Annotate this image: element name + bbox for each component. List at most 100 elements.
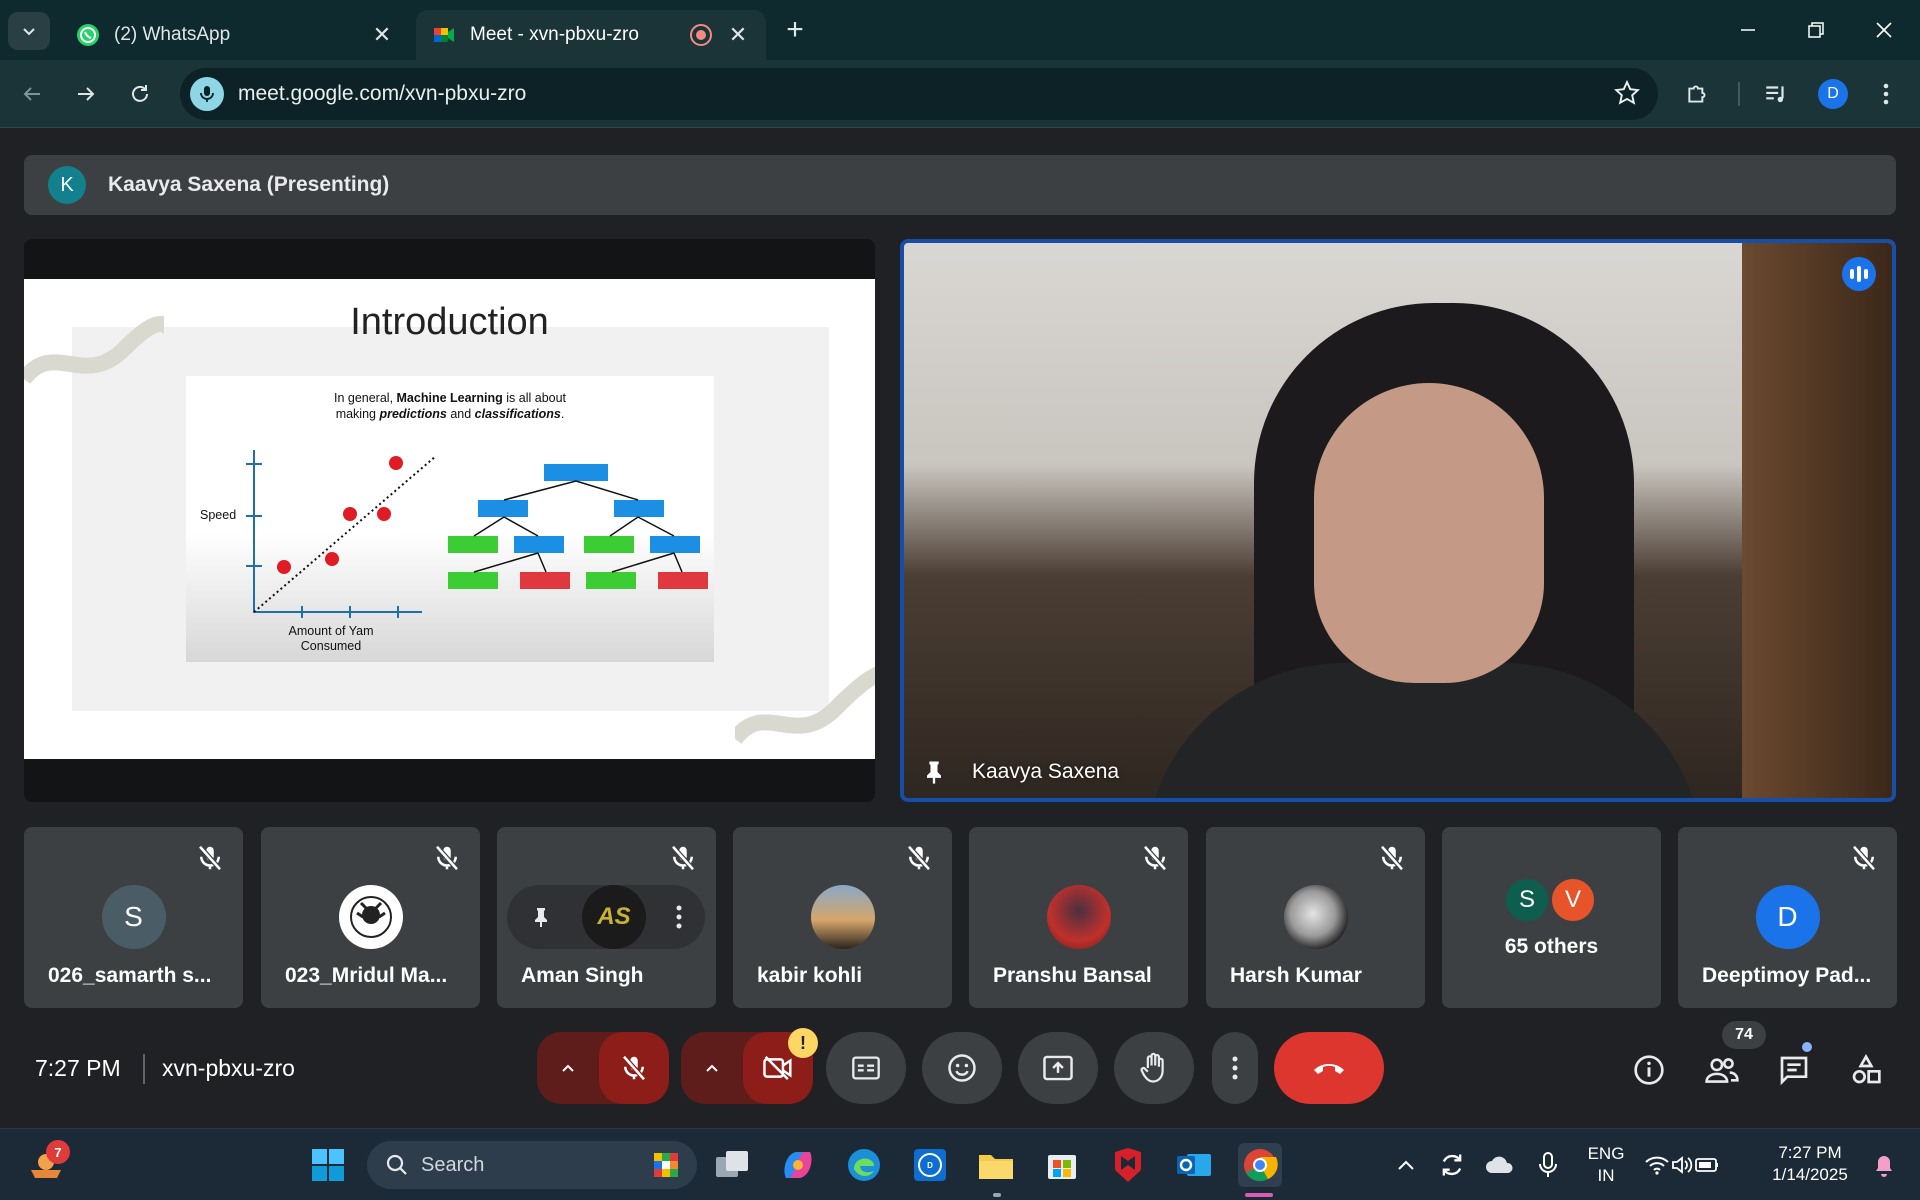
slide: Introduction In general, Machine Learnin…: [24, 279, 875, 759]
minimize-button[interactable]: [1728, 12, 1768, 48]
tab-search-button[interactable]: [8, 12, 50, 50]
main-video-tile[interactable]: Kaavya Saxena: [900, 239, 1896, 802]
chat-button[interactable]: [1772, 1048, 1816, 1092]
task-view-icon: [716, 1151, 748, 1177]
leave-call-button[interactable]: [1274, 1032, 1384, 1104]
call-end-icon: [1314, 1064, 1344, 1074]
taskbar-clock[interactable]: 7:27 PM 1/14/2025: [1760, 1142, 1860, 1186]
url-text: meet.google.com/xvn-pbxu-zro: [238, 82, 527, 105]
chrome-button[interactable]: [1238, 1143, 1282, 1187]
language-indicator[interactable]: ENG IN: [1578, 1143, 1634, 1187]
participant-name: 023_Mridul Ma...: [285, 964, 448, 987]
more-options-button[interactable]: [1212, 1032, 1258, 1104]
show-hidden-icons-button[interactable]: [1384, 1143, 1428, 1187]
task-view-button[interactable]: [710, 1143, 754, 1187]
mic-off-icon: [198, 845, 222, 871]
more-vert-icon[interactable]: [675, 904, 683, 930]
rubiks-cube-icon: [654, 1153, 678, 1177]
address-bar[interactable]: meet.google.com/xvn-pbxu-zro: [180, 68, 1658, 120]
profile-button[interactable]: D: [1815, 76, 1851, 112]
close-window-button[interactable]: [1864, 12, 1904, 48]
microphone-site-icon[interactable]: [190, 77, 224, 111]
meeting-details-button[interactable]: [1627, 1048, 1671, 1092]
toolbar-divider: [1738, 82, 1740, 106]
activities-button[interactable]: [1844, 1048, 1888, 1092]
chevron-up-icon: [706, 1064, 718, 1072]
participant-avatar: V: [1550, 877, 1596, 923]
reload-button[interactable]: [122, 76, 158, 112]
media-control-button[interactable]: [1758, 76, 1794, 112]
notifications-button[interactable]: [1866, 1143, 1902, 1187]
participant-tile[interactable]: Harsh Kumar: [1206, 827, 1425, 1008]
present-screen-button[interactable]: [1018, 1032, 1098, 1104]
mic-toggle-button[interactable]: [599, 1032, 669, 1104]
recording-indicator-icon: [690, 24, 712, 46]
folder-icon: [979, 1155, 1013, 1179]
slide-figure: In general, Machine Learning is all abou…: [186, 376, 714, 662]
microsoft-store-button[interactable]: [1040, 1143, 1084, 1187]
copilot-icon: [784, 1152, 812, 1178]
participant-name: kabir kohli: [757, 964, 863, 987]
more-vert-icon: [1232, 1056, 1238, 1080]
edge-icon: [848, 1149, 880, 1181]
more-vert-icon: [1883, 83, 1889, 105]
pin-icon[interactable]: [920, 758, 948, 786]
forward-button[interactable]: [68, 76, 104, 112]
pin-icon[interactable]: [529, 904, 553, 930]
wifi-icon: [1645, 1156, 1669, 1175]
captions-button[interactable]: [826, 1032, 906, 1104]
browser-tab-strip: (2) WhatsApp ✕ Meet - xvn-pbxu-zro ✕ +: [0, 0, 1920, 60]
edge-button[interactable]: [842, 1143, 886, 1187]
participant-count-badge: 74: [1722, 1021, 1766, 1049]
reactions-button[interactable]: [922, 1032, 1002, 1104]
y-axis-label: Speed: [200, 508, 237, 522]
participant-avatar: D: [1755, 885, 1820, 949]
info-icon: [1634, 1055, 1664, 1085]
participant-photo-avatar: [1283, 885, 1348, 949]
close-icon[interactable]: ✕: [370, 22, 394, 47]
others-tile[interactable]: S V 65 others: [1442, 827, 1661, 1008]
people-button[interactable]: [1700, 1048, 1744, 1092]
svg-text:D: D: [927, 1161, 933, 1170]
new-tab-button[interactable]: +: [780, 15, 810, 46]
copilot-button[interactable]: [776, 1143, 820, 1187]
outlook-button[interactable]: [1172, 1143, 1216, 1187]
mic-off-icon: [622, 1055, 646, 1081]
participant-tile[interactable]: 023_Mridul Ma...: [261, 827, 480, 1008]
browser-menu-button[interactable]: [1868, 76, 1904, 112]
network-volume-battery-tray[interactable]: [1640, 1143, 1724, 1187]
participant-tile[interactable]: kabir kohli: [733, 827, 952, 1008]
participant-tile[interactable]: D Deeptimoy Pad...: [1678, 827, 1897, 1008]
scatter-and-tree-illustration: [246, 450, 708, 618]
raise-hand-button[interactable]: [1114, 1032, 1194, 1104]
participant-tile[interactable]: S 026_samarth s...: [24, 827, 243, 1008]
extensions-button[interactable]: [1680, 76, 1716, 112]
tab-whatsapp[interactable]: (2) WhatsApp ✕: [60, 10, 410, 60]
video-options-button[interactable]: [681, 1032, 743, 1104]
close-icon[interactable]: ✕: [726, 22, 750, 47]
participant-tile[interactable]: Pranshu Bansal: [969, 827, 1188, 1008]
mcafee-button[interactable]: [1106, 1143, 1150, 1187]
arrow-right-icon: [78, 87, 95, 101]
tab-meet[interactable]: Meet - xvn-pbxu-zro ✕: [416, 10, 766, 60]
start-button[interactable]: [306, 1143, 350, 1187]
bell-icon: [1876, 1156, 1892, 1177]
warning-badge: !: [788, 1028, 818, 1058]
hand-icon: [1140, 1052, 1164, 1083]
audio-options-button[interactable]: [537, 1032, 599, 1104]
sync-tray-button[interactable]: [1430, 1143, 1474, 1187]
presentation-tile[interactable]: Introduction In general, Machine Learnin…: [24, 239, 875, 802]
participant-name: Harsh Kumar: [1230, 964, 1362, 987]
microphone-tray-button[interactable]: [1526, 1143, 1570, 1187]
back-button[interactable]: [14, 76, 50, 112]
dell-app-button[interactable]: D: [908, 1143, 952, 1187]
file-explorer-button[interactable]: [974, 1143, 1018, 1187]
bookmark-star-icon[interactable]: [1614, 80, 1640, 106]
taskbar-search[interactable]: Search: [367, 1141, 697, 1189]
participant-tile[interactable]: AS Aman Singh: [497, 827, 716, 1008]
restore-button[interactable]: [1796, 12, 1836, 48]
onedrive-tray-button[interactable]: [1478, 1143, 1522, 1187]
shapes-icon: [1852, 1054, 1881, 1084]
unread-indicator: [1800, 1040, 1814, 1054]
volume-icon: [1672, 1156, 1693, 1174]
